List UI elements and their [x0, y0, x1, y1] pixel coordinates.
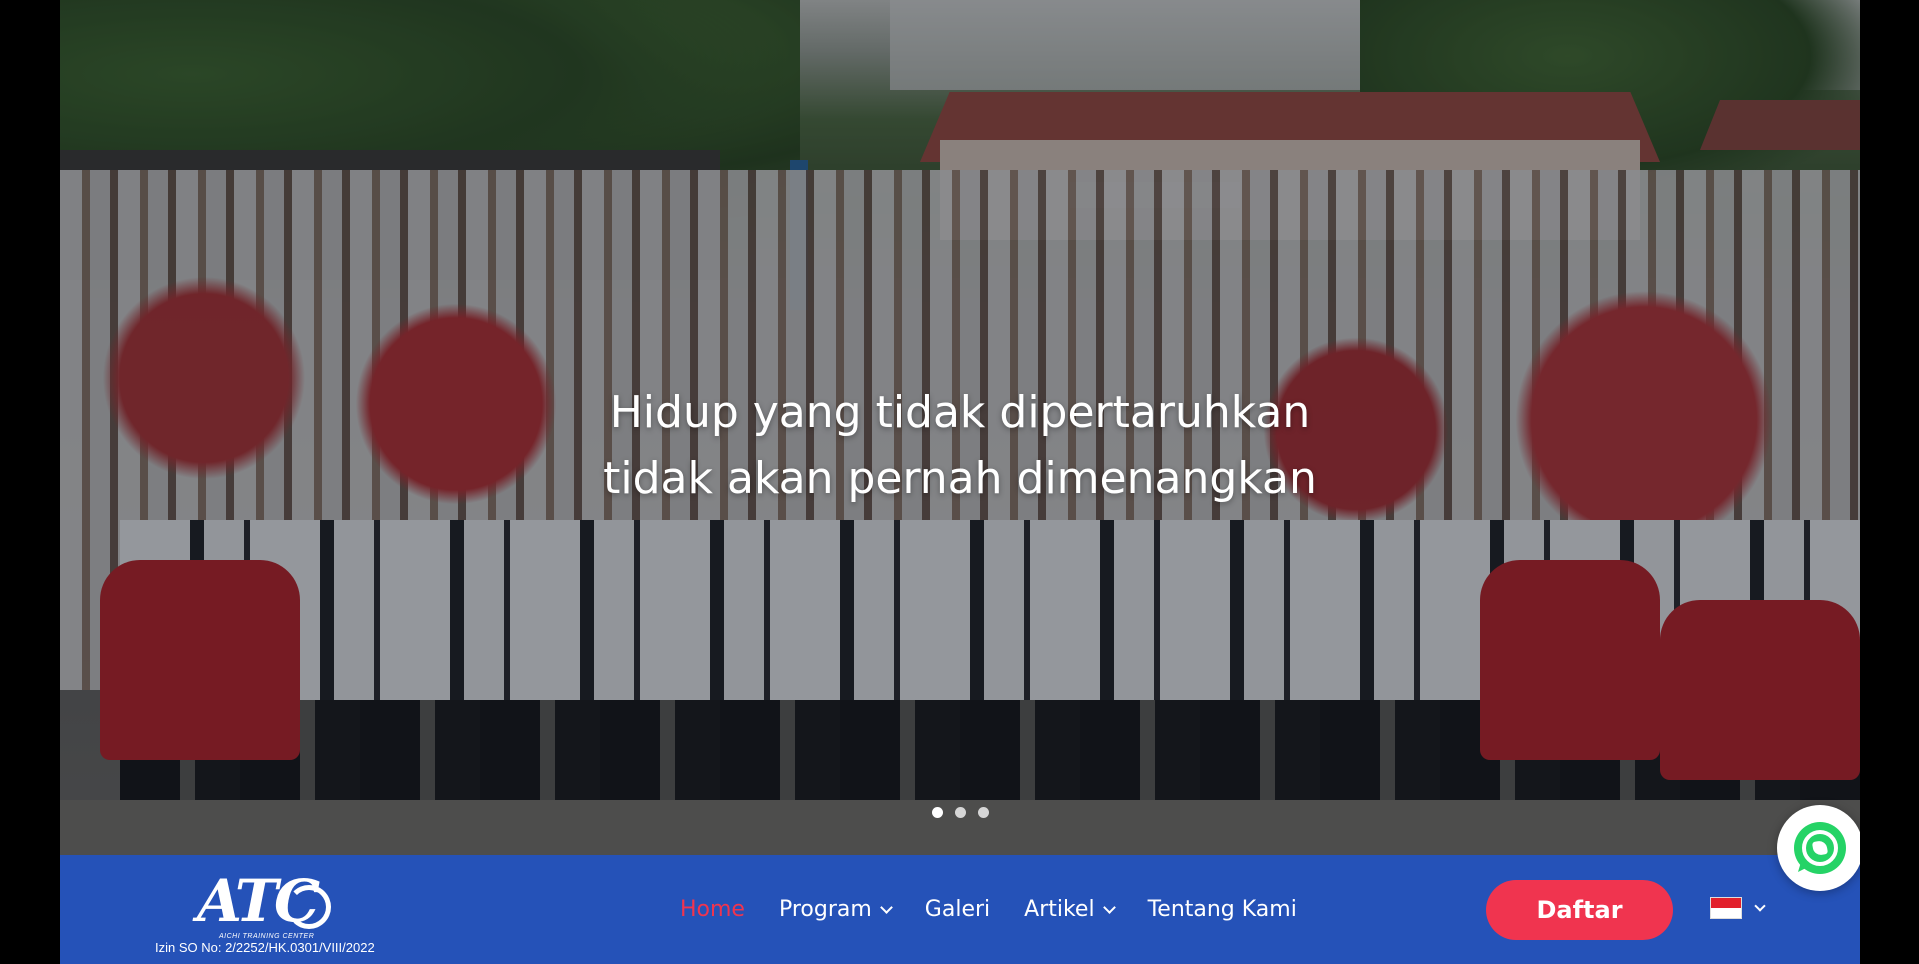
- main-navbar: ATC AICHI TRAINING CENTER Izin SO No: 2/…: [60, 855, 1860, 964]
- language-selector[interactable]: [1710, 897, 1766, 919]
- nav-item-tentang-kami[interactable]: Tentang Kami: [1148, 897, 1297, 922]
- license-text: Izin SO No: 2/2252/HK.0301/VIII/2022: [155, 940, 375, 955]
- nav-item-home[interactable]: Home: [680, 897, 745, 922]
- page: Hidup yang tidak dipertaruhkan tidak aka…: [60, 0, 1860, 964]
- daftar-button[interactable]: Daftar: [1486, 880, 1673, 940]
- nav-menu: Home Program Galeri Artikel Tentang Kami: [680, 855, 1297, 964]
- chevron-down-icon: [1754, 900, 1766, 912]
- nav-item-artikel[interactable]: Artikel: [1024, 897, 1116, 922]
- nav-item-program[interactable]: Program: [779, 897, 893, 922]
- logo-ring-icon: [287, 885, 331, 929]
- hero-caption: Hidup yang tidak dipertaruhkan tidak aka…: [60, 380, 1860, 512]
- logo-subtitle: AICHI TRAINING CENTER: [219, 933, 315, 940]
- whatsapp-button[interactable]: [1777, 805, 1860, 891]
- atc-logo[interactable]: ATC AICHI TRAINING CENTER: [197, 871, 337, 941]
- carousel-dot-1[interactable]: [931, 807, 943, 818]
- carousel-dot-2[interactable]: [954, 807, 966, 818]
- carousel-indicators: [60, 807, 1860, 818]
- hero-carousel: Hidup yang tidak dipertaruhkan tidak aka…: [60, 0, 1860, 855]
- carousel-dot-3[interactable]: [977, 807, 989, 818]
- hero-caption-line-2: tidak akan pernah dimenangkan: [603, 453, 1317, 504]
- chevron-down-icon: [879, 900, 893, 914]
- whatsapp-icon: [1794, 822, 1846, 874]
- flag-indonesia-icon: [1710, 897, 1742, 919]
- hero-caption-line-1: Hidup yang tidak dipertaruhkan: [609, 387, 1311, 438]
- nav-item-galeri[interactable]: Galeri: [925, 897, 990, 922]
- chevron-down-icon: [1102, 900, 1116, 914]
